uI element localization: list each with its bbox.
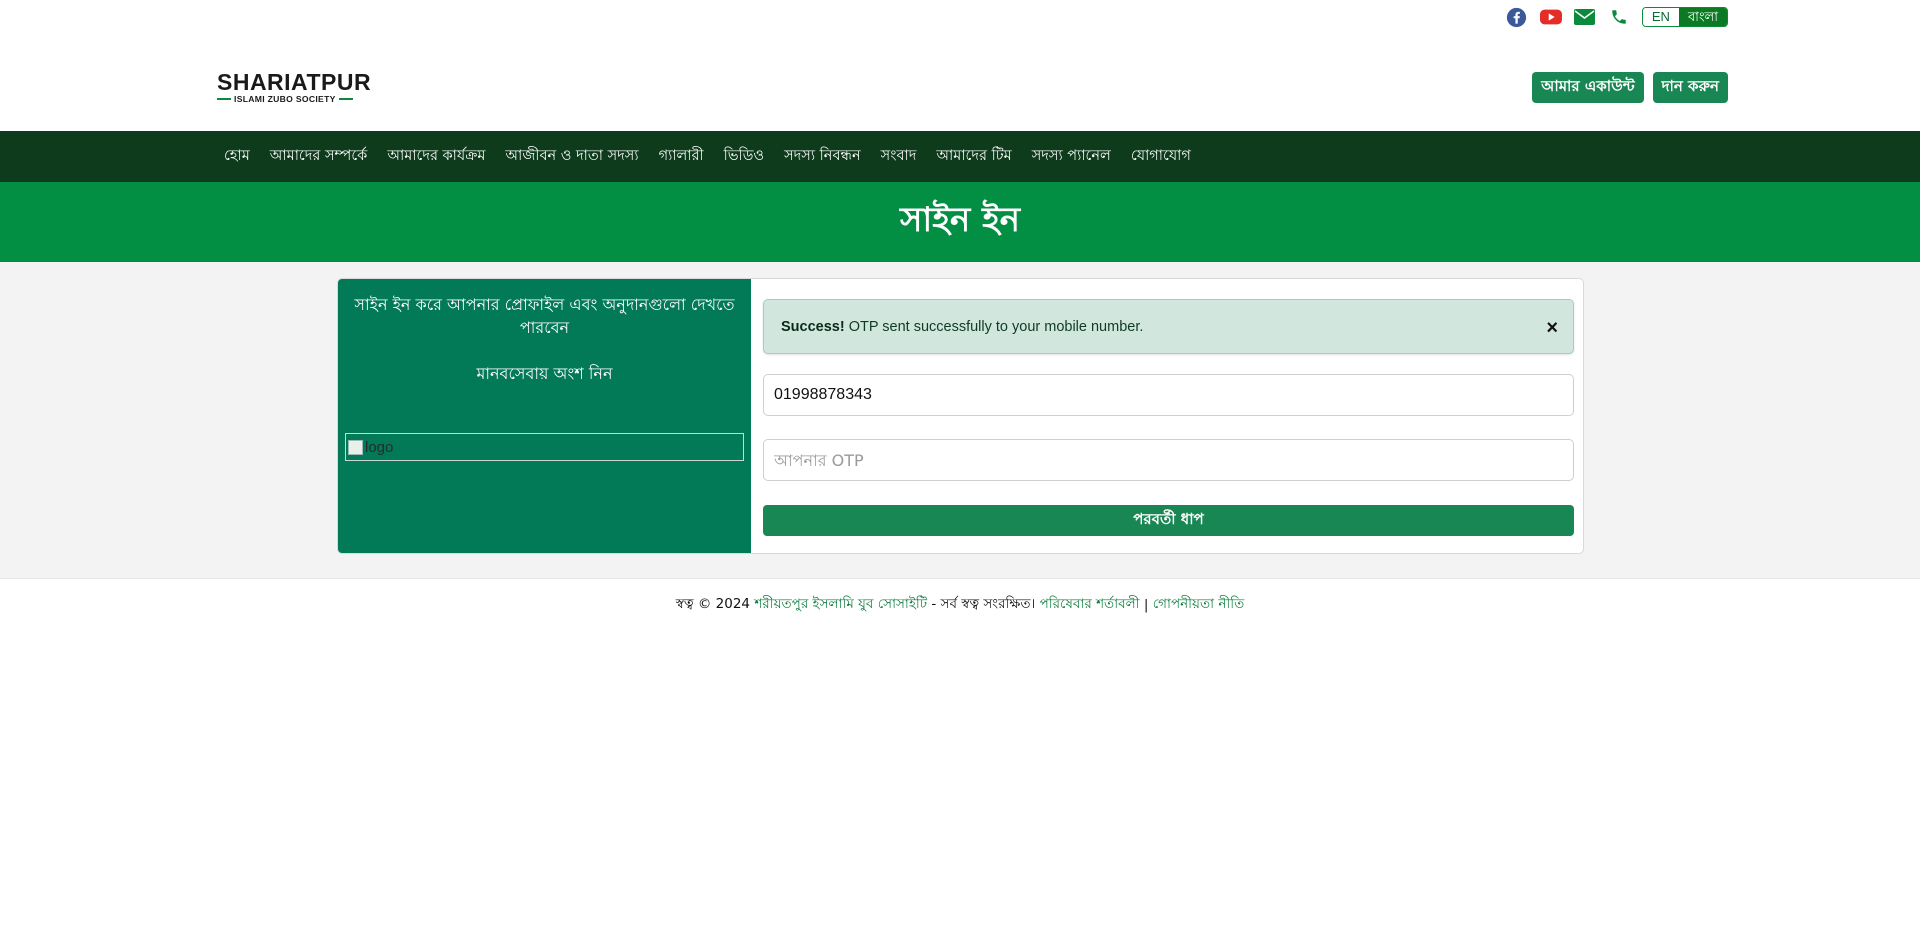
nav-item-about[interactable]: আমাদের সম্পর্কে	[260, 145, 378, 169]
signin-info-panel: সাইন ইন করে আপনার প্রোফাইল এবং অনুদানগুল…	[338, 279, 751, 553]
nav-item-news[interactable]: সংবাদ	[871, 145, 927, 169]
phone-icon[interactable]	[1608, 6, 1630, 28]
nav-item-lifetime-members[interactable]: আজীবন ও দাতা সদস্য	[495, 145, 648, 169]
footer-privacy-link[interactable]: গোপনীয়তা নীতি	[1153, 593, 1245, 616]
youtube-icon[interactable]	[1539, 6, 1562, 28]
phone-input[interactable]	[763, 374, 1574, 416]
nav-item-contact[interactable]: যোগাযোগ	[1121, 145, 1201, 169]
footer-rights: - সর্ব স্বত্ব সংরক্ষিত।	[931, 596, 1036, 612]
nav-item-video[interactable]: ভিডিও	[714, 145, 774, 169]
nav-item-member-panel[interactable]: সদস্য প্যানেল	[1022, 145, 1121, 169]
site-header: SHARIATPUR ISLAMI ZUBO SOCIETY আমার একাউ…	[217, 70, 1728, 104]
signin-form-panel: Success! OTP sent successfully to your m…	[751, 279, 1583, 553]
logo-subtitle: ISLAMI ZUBO SOCIETY	[234, 93, 336, 104]
facebook-icon[interactable]	[1506, 6, 1528, 28]
logo-subtitle-row: ISLAMI ZUBO SOCIETY	[217, 94, 353, 104]
alert-message: OTP sent successfully to your mobile num…	[848, 318, 1144, 335]
logo-alt-text: logo	[365, 438, 394, 456]
logo-title: SHARIATPUR	[217, 68, 372, 95]
nav-item-activities[interactable]: আমাদের কার্যক্রম	[377, 145, 495, 169]
main-content: সাইন ইন করে আপনার প্রোফাইল এবং অনুদানগুল…	[0, 262, 1920, 578]
lang-en-button[interactable]: EN	[1642, 8, 1679, 26]
lang-bn-button[interactable]: বাংলা	[1678, 8, 1727, 26]
otp-input[interactable]	[763, 439, 1574, 481]
page-title-banner: সাইন ইন	[0, 182, 1920, 262]
footer-terms-link[interactable]: পরিষেবার শর্তাবলী	[1040, 593, 1140, 616]
nav-item-gallery[interactable]: গ্যালারী	[649, 145, 714, 169]
header-buttons: আমার একাউন্ট দান করুন	[1532, 71, 1728, 103]
close-icon[interactable]: ×	[1546, 318, 1558, 338]
signin-card: সাইন ইন করে আপনার প্রোফাইল এবং অনুদানগুল…	[337, 278, 1584, 554]
top-utility-bar: EN বাংলা	[1506, 6, 1728, 28]
signin-info-text: সাইন ইন করে আপনার প্রোফাইল এবং অনুদানগুল…	[354, 295, 735, 337]
my-account-button[interactable]: আমার একাউন্ট	[1532, 71, 1644, 103]
next-step-button[interactable]: পরবর্তী ধাপ	[763, 505, 1574, 536]
signin-slogan: মানবসেবায় অংশ নিন	[476, 364, 613, 383]
footer-org-link[interactable]: শরীয়তপুর ইসলামি যুব সোসাইটি	[754, 593, 927, 616]
nav-item-team[interactable]: আমাদের টিম	[926, 145, 1021, 169]
donate-button[interactable]: দান করুন	[1652, 71, 1728, 103]
main-nav: হোম আমাদের সম্পর্কে আমাদের কার্যক্রম আজী…	[0, 131, 1920, 182]
envelope-icon[interactable]	[1574, 6, 1596, 28]
broken-image-icon	[348, 439, 363, 455]
site-footer: স্বত্ব © 2024 শরীয়তপুর ইসলামি যুব সোসাই…	[0, 578, 1920, 630]
nav-list: হোম আমাদের সম্পর্কে আমাদের কার্যক্রম আজী…	[214, 131, 1201, 182]
logo-bar-left	[217, 97, 231, 100]
site-logo[interactable]: SHARIATPUR ISLAMI ZUBO SOCIETY	[217, 68, 372, 104]
page-title: সাইন ইন	[899, 199, 1021, 240]
footer-copyright: স্বত্ব © 2024	[675, 596, 751, 612]
logo-image-broken: logo	[345, 433, 744, 461]
nav-item-home[interactable]: হোম	[214, 145, 260, 169]
nav-item-registration[interactable]: সদস্য নিবন্ধন	[774, 145, 871, 169]
language-switcher: EN বাংলা	[1641, 7, 1728, 27]
success-alert: Success! OTP sent successfully to your m…	[763, 299, 1574, 354]
alert-strong: Success!	[781, 318, 845, 335]
logo-bar-right	[338, 97, 353, 100]
